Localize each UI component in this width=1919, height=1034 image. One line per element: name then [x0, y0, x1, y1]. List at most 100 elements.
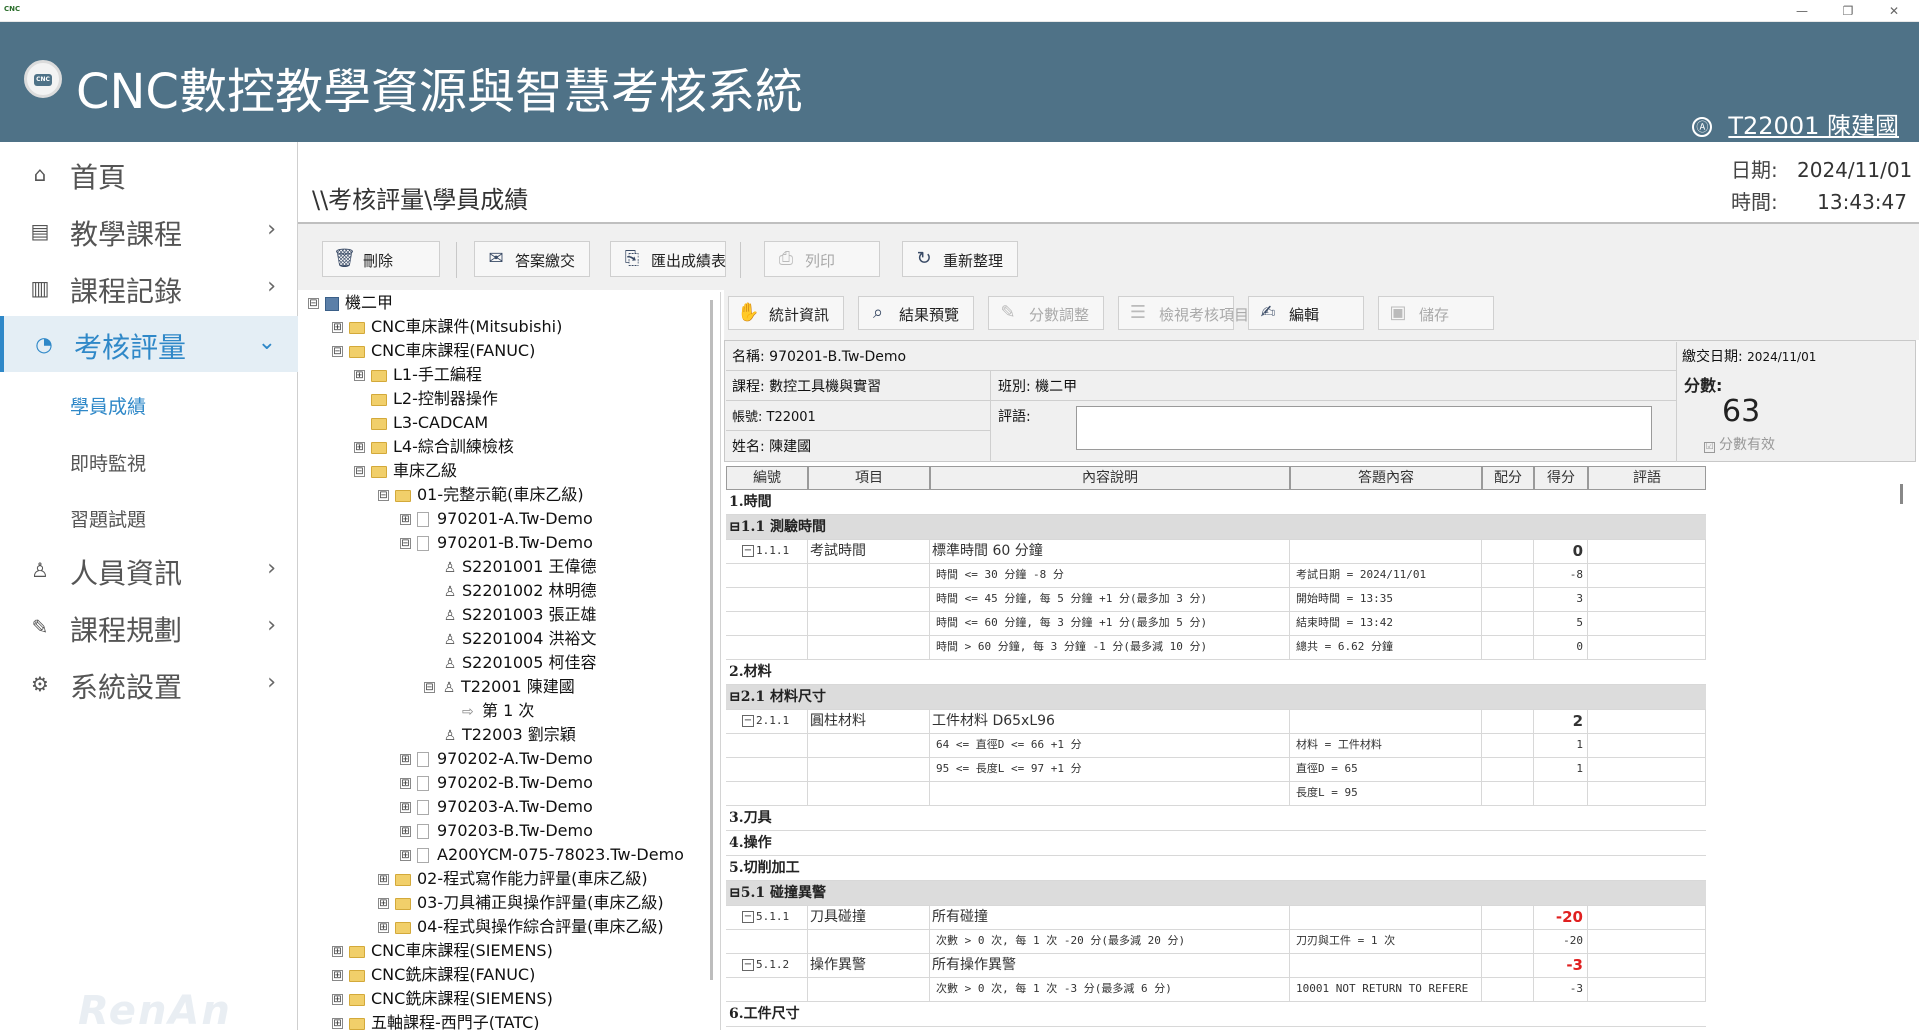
- tree-node[interactable]: ⊞ 970202-B.Tw-Demo: [400, 772, 593, 794]
- app-title: CNC數控教學資源與智慧考核系統: [76, 64, 803, 120]
- tree-node[interactable]: ⊞ 02-程式寫作能力評量(車床乙級): [378, 868, 648, 890]
- table-row[interactable]: −2.1.1 圓柱材料 工件材料 D65xL96 2: [726, 710, 1706, 734]
- tree-node[interactable]: ⊞ L4-綜合訓練檢核: [354, 436, 514, 458]
- column-header-item[interactable]: 項目: [808, 466, 930, 490]
- sidebar-subitem-grades[interactable]: 學員成績: [70, 392, 146, 419]
- grid-section-row[interactable]: 5.切削加工: [726, 856, 1706, 881]
- tree-node[interactable]: ♙ S2201001 王偉德: [442, 556, 597, 578]
- tree-node[interactable]: ⊞ 03-刀具補正與操作評量(車床乙級): [378, 892, 664, 914]
- restore-button[interactable]: ❐: [1826, 0, 1870, 22]
- sidebar-item-planning[interactable]: ✎ 課程規劃 ›: [0, 599, 298, 655]
- review-items-button[interactable]: ☰ 檢視考核項目: [1118, 296, 1249, 330]
- sidebar-item-assessment[interactable]: ◔ 考核評量 ⌄: [0, 316, 298, 372]
- table-row[interactable]: −5.1.2 操作異警 所有操作異警 -3: [726, 954, 1706, 978]
- adjust-score-button[interactable]: ✎ 分數調整: [988, 296, 1104, 330]
- sidebar-item-personnel[interactable]: ♙ 人員資訊 ›: [0, 542, 298, 598]
- tree-node[interactable]: ♙ T22003 劉宗穎: [442, 724, 576, 746]
- column-header-points[interactable]: 配分: [1482, 466, 1534, 490]
- grid-group-row[interactable]: ⊟2.1 材料尺寸: [726, 685, 1706, 710]
- table-row[interactable]: 時間 <= 30 分鐘 -8 分考試日期 = 2024/11/01 -8: [726, 564, 1706, 588]
- table-row[interactable]: 次數 > 0 次, 每 1 次 -3 分(最多減 6 分) 10001 NOT R…: [726, 978, 1706, 1002]
- table-row[interactable]: 時間 <= 45 分鐘, 每 5 分鐘 +1 分(最多加 3 分) 開始時間 = …: [726, 588, 1706, 612]
- tree-node[interactable]: ♙ S2201004 洪裕文: [442, 628, 597, 650]
- collapse-icon[interactable]: −: [742, 545, 754, 557]
- tree-node[interactable]: ⊟ 01-完整示範(車床乙級): [378, 484, 584, 506]
- table-row[interactable]: 次數 > 0 次, 每 1 次 -20 分(最多減 20 分) 刀刃與工件 = 1…: [726, 930, 1706, 954]
- tree-node[interactable]: ⊞ CNC車床課件(Mitsubishi): [332, 316, 562, 338]
- sidebar-subitem-exercises[interactable]: 習題試題: [70, 505, 146, 532]
- preview-button[interactable]: ⌕ 結果預覽: [858, 296, 974, 330]
- table-row[interactable]: 時間 > 60 分鐘, 每 3 分鐘 -1 分(最多減 10 分) 總共 = 6.…: [726, 636, 1706, 660]
- folder-icon: [371, 465, 387, 478]
- table-row[interactable]: −1.1.1 考試時間 標準時間 60 分鐘 0: [726, 540, 1706, 564]
- tree-node[interactable]: ⊟ 970201-B.Tw-Demo: [400, 532, 593, 554]
- edit-button[interactable]: ✍ 編輯: [1248, 296, 1364, 330]
- column-header-comment[interactable]: 評語: [1588, 466, 1706, 490]
- tree-node[interactable]: ♙ S2201005 柯佳容: [442, 652, 597, 674]
- sidebar-item-courses[interactable]: ▤ 教學課程 ›: [0, 203, 298, 259]
- tree-node[interactable]: ⊞ CNC銑床課程(FANUC): [332, 964, 535, 986]
- tree-node[interactable]: L3-CADCAM: [371, 412, 488, 434]
- tree-node[interactable]: ⊞ 970202-A.Tw-Demo: [400, 748, 593, 770]
- user-name[interactable]: T22001 陳建國: [1728, 112, 1899, 140]
- grid-section-row[interactable]: 2.材料: [726, 660, 1706, 685]
- chevron-right-icon: ›: [267, 613, 276, 638]
- column-header-answer[interactable]: 答題內容: [1290, 466, 1482, 490]
- grid-section-row[interactable]: 1.時間: [726, 490, 1706, 515]
- collapse-icon[interactable]: −: [742, 911, 754, 923]
- tree-node[interactable]: ⊟ ♙ T22001 陳建國: [424, 676, 575, 698]
- sidebar-item-settings[interactable]: ⚙ 系統設置 ›: [0, 656, 298, 712]
- column-header-score[interactable]: 得分: [1534, 466, 1588, 490]
- table-row[interactable]: 時間 <= 60 分鐘, 每 3 分鐘 +1 分(最多加 5 分) 結束時間 = …: [726, 612, 1706, 636]
- tree-node[interactable]: ⊟ CNC車床課程(FANUC): [332, 340, 535, 362]
- tree-node[interactable]: ⊞ 970201-A.Tw-Demo: [400, 508, 593, 530]
- document-icon: [417, 752, 429, 767]
- grid-group-row[interactable]: ⊟5.1 碰撞異警: [726, 881, 1706, 906]
- export-grades-button[interactable]: ⎘ 匯出成績表: [610, 241, 726, 277]
- grid-section-row[interactable]: 6.工件尺寸: [726, 1002, 1706, 1027]
- save-button[interactable]: ▣ 儲存: [1378, 296, 1494, 330]
- tree-node[interactable]: ⊟ 車床乙級: [354, 460, 457, 482]
- table-row[interactable]: 95 <= 長度L <= 97 +1 分直徑D = 65 1: [726, 758, 1706, 782]
- tree-scrollbar[interactable]: [710, 300, 713, 980]
- score-valid-checkbox[interactable]: ☑ 分數有效: [1704, 434, 1775, 454]
- close-button[interactable]: ✕: [1872, 0, 1916, 22]
- sidebar-subitem-monitor[interactable]: 即時監視: [70, 449, 146, 476]
- column-header-no[interactable]: 編號: [726, 466, 808, 490]
- tree-node[interactable]: ⊞ 五軸課程-西門子(TATC): [332, 1012, 540, 1030]
- tree-node[interactable]: ⊞ L1-手工編程: [354, 364, 482, 386]
- comment-input[interactable]: [1076, 406, 1652, 450]
- tree-node[interactable]: ⊞ CNC車床課程(SIEMENS): [332, 940, 553, 962]
- delete-button[interactable]: 🗑 刪除: [322, 241, 440, 277]
- tree-node[interactable]: ⊞ 970203-A.Tw-Demo: [400, 796, 593, 818]
- grid-group-row[interactable]: ⊟1.1 測驗時間: [726, 515, 1706, 540]
- sidebar-item-records[interactable]: ▥ 課程記錄 ›: [0, 260, 298, 316]
- tree-node[interactable]: ⊞ A200YCM-075-78023.Tw-Demo: [400, 844, 684, 866]
- grid-cell: [1588, 906, 1706, 929]
- submit-answers-button[interactable]: ✉ 答案繳交: [474, 241, 590, 277]
- collapse-icon[interactable]: −: [742, 715, 754, 727]
- tree-node[interactable]: ♙ S2201003 張正雄: [442, 604, 597, 626]
- tree-node[interactable]: ⊞ CNC銑床課程(SIEMENS): [332, 988, 553, 1010]
- minimize-button[interactable]: —: [1780, 0, 1824, 22]
- tree-node[interactable]: L2-控制器操作: [371, 388, 498, 410]
- column-header-desc[interactable]: 內容說明: [930, 466, 1290, 490]
- sidebar-item-label: 考核評量: [74, 331, 187, 364]
- table-row[interactable]: 長度L = 95: [726, 782, 1706, 806]
- grid-section-row[interactable]: 4.操作: [726, 831, 1706, 856]
- tree-node-attempt[interactable]: ⇨ 第 1 次: [462, 700, 534, 722]
- grid-section-row[interactable]: 3.刀具: [726, 806, 1706, 831]
- tree-node[interactable]: ⊞ 04-程式與操作綜合評量(車床乙級): [378, 916, 664, 938]
- tree-node[interactable]: ⊟ 機二甲: [308, 292, 393, 314]
- print-button[interactable]: ⎙ 列印: [764, 241, 880, 277]
- grid-scrollbar[interactable]: [1900, 484, 1903, 504]
- refresh-button[interactable]: ↻ 重新整理: [902, 241, 1018, 277]
- user-link[interactable]: Ⓐ T22001 陳建國: [1692, 106, 1899, 141]
- tree-node[interactable]: ♙ S2201002 林明德: [442, 580, 597, 602]
- sidebar-item-home[interactable]: ⌂ 首頁: [0, 146, 298, 202]
- tree-node[interactable]: ⊞ 970203-B.Tw-Demo: [400, 820, 593, 842]
- table-row[interactable]: −5.1.1 刀具碰撞 所有碰撞 -20: [726, 906, 1706, 930]
- collapse-icon[interactable]: −: [742, 959, 754, 971]
- table-row[interactable]: 64 <= 直徑D <= 66 +1 分材料 = 工件材料 1: [726, 734, 1706, 758]
- stats-button[interactable]: ✋ 統計資訊: [728, 296, 844, 330]
